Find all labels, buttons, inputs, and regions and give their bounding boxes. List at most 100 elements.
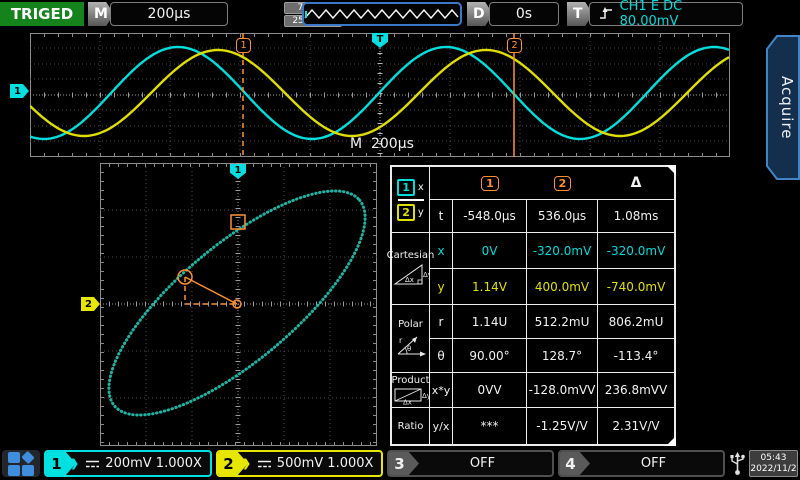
- table-corner-fold-top: [666, 165, 676, 175]
- ch2-legend-chip: 2: [397, 204, 415, 221]
- xy-cursor2-value: -128.0mVV: [527, 373, 598, 408]
- channel-1-status[interactable]: 1 ❯ 200mV 1.000X: [44, 450, 212, 477]
- timebase-value-box[interactable]: 200µs: [110, 2, 228, 26]
- channel-3-state: OFF: [419, 456, 552, 471]
- legend-divider: [398, 199, 424, 201]
- r-delta-value: 806.2mU: [598, 305, 674, 339]
- y-delta-value: -740.0mV: [598, 269, 674, 305]
- svg-text:Δx: Δx: [405, 276, 414, 284]
- t-cursor1-value: -548.0µs: [453, 200, 527, 233]
- theta-cursor1-value: 90.00°: [453, 339, 527, 373]
- polar-label: Polar: [398, 319, 423, 330]
- cartesian-triangle-icon: Δy Δx: [393, 262, 429, 288]
- cursor-2-label[interactable]: 2: [507, 38, 522, 53]
- cursor-1-header-chip: 1: [481, 176, 499, 191]
- param-t: t: [430, 200, 453, 233]
- dc-coupling-icon: [85, 459, 100, 469]
- xy-cursor1-value: 0VV: [453, 373, 527, 408]
- clock-panel: 05:43 2022/11/2: [749, 450, 798, 477]
- cursor-2-header-chip: 2: [554, 176, 572, 191]
- t-delta-value: 1.08ms: [598, 200, 674, 233]
- section-polar: Polar r θ: [392, 305, 430, 373]
- xy-measure-table: 1 x 2 y 1 2 Δ t -548.0µs 536.0µs 1.08ms …: [390, 165, 676, 446]
- delta-header: Δ: [598, 175, 674, 191]
- acquire-menu-tab[interactable]: Acquire: [766, 35, 800, 180]
- channel-4-number: 4: [560, 452, 590, 475]
- time-readout: 05:43: [761, 453, 787, 464]
- table-legend-cell: 1 x 2 y: [392, 167, 430, 233]
- param-x: x: [430, 233, 453, 269]
- table-header-row: 1 2 Δ: [430, 167, 674, 200]
- ch1-level-flag[interactable]: 1: [10, 84, 29, 98]
- date-readout: 2022/11/2: [750, 464, 796, 475]
- polar-vector: [185, 277, 237, 304]
- r-cursor1-value: 1.14U: [453, 305, 527, 339]
- x-cursor1-value: 0V: [453, 233, 527, 269]
- trigger-status-badge: TRIGED: [0, 2, 84, 26]
- y-cursor1-value: 1.14V: [453, 269, 527, 305]
- delay-value-box[interactable]: 0s: [489, 2, 559, 26]
- cursor-1-label[interactable]: 1: [236, 38, 251, 53]
- param-r: r: [430, 305, 453, 339]
- channel-1-number: 1: [46, 452, 76, 475]
- ratio-cursor2-value: -1.25V/V: [527, 408, 598, 444]
- section-product: Product Δy Δx: [392, 373, 430, 408]
- x-cursor2-value: -320.0mV: [527, 233, 598, 269]
- channel-2-number: 2: [218, 452, 248, 475]
- acquire-tab-label: Acquire: [775, 35, 799, 180]
- svg-text:Δx: Δx: [403, 399, 412, 406]
- timebase-readout: M 200µs: [350, 136, 414, 152]
- channel-4-state: OFF: [590, 456, 723, 471]
- channel-1-scale-text: 200mV 1.000X: [105, 456, 202, 471]
- t-cursor2-value: 536.0µs: [527, 200, 598, 233]
- y-cursor2-value: 400.0mV: [527, 269, 598, 305]
- preview-wave-icon: [304, 4, 460, 24]
- channel-4-status[interactable]: 4 OFF: [558, 450, 725, 477]
- param-xy: x*y: [430, 373, 453, 408]
- channel-2-scale: 500mV 1.000X: [255, 456, 381, 471]
- svg-text:θ: θ: [407, 345, 411, 353]
- waveform-preview-strip[interactable]: [302, 2, 462, 26]
- param-y: y: [430, 269, 453, 305]
- channel-3-status[interactable]: 3 OFF: [387, 450, 554, 477]
- ratio-cursor1-value: ***: [453, 408, 527, 444]
- section-cartesian: Cartesian Δy Δx: [392, 233, 430, 305]
- channel-3-number: 3: [389, 452, 419, 475]
- top-status-bar: TRIGED M 200µs 700pts 250kSa/s D 0s T CH…: [0, 0, 800, 28]
- usb-icon: [728, 452, 747, 476]
- xy-view[interactable]: [100, 163, 377, 446]
- y-axis-legend: y: [418, 207, 424, 218]
- trigger-value-box[interactable]: CH1 E DC 80.00mV: [589, 2, 743, 26]
- section-ratio: Ratio: [392, 408, 430, 444]
- x-delta-value: -320.0mV: [598, 233, 674, 269]
- apps-tile-icon: [8, 465, 20, 476]
- channel-2-scale-text: 500mV 1.000X: [277, 456, 374, 471]
- xy-y-axis-flag[interactable]: 2: [81, 297, 100, 311]
- param-ratio: y/x: [430, 408, 453, 444]
- svg-text:r: r: [399, 336, 403, 345]
- r-cursor2-value: 512.2mU: [527, 305, 598, 339]
- cartesian-label: Cartesian: [387, 250, 435, 261]
- ch1-legend-chip: 1: [397, 179, 415, 196]
- theta-cursor2-value: 128.7°: [527, 339, 598, 373]
- svg-text:Δy: Δy: [422, 392, 429, 400]
- param-theta: θ: [430, 339, 453, 373]
- ratio-delta-value: 2.31V/V: [598, 408, 674, 444]
- bottom-status-bar: 1 ❯ 200mV 1.000X 2 ❯: [0, 448, 800, 480]
- x-axis-legend: x: [418, 182, 424, 193]
- channel-2-status[interactable]: 2 ❯ 500mV 1.000X: [216, 450, 383, 477]
- rising-edge-icon: [598, 6, 615, 22]
- table-corner-fold-bottom: [666, 436, 676, 446]
- channel-1-scale: 200mV 1.000X: [83, 456, 210, 471]
- apps-tile-icon: [8, 452, 20, 463]
- svg-text:Δy: Δy: [423, 271, 429, 279]
- product-rect-icon: Δy Δx: [393, 387, 429, 405]
- product-label: Product: [392, 375, 430, 386]
- apps-diamond-icon: [21, 450, 34, 463]
- xy-delta-value: 236.8mVV: [598, 373, 674, 408]
- apps-menu-button[interactable]: [2, 450, 40, 477]
- apps-tile-icon: [22, 465, 34, 476]
- dc-coupling-icon: [257, 459, 272, 469]
- polar-vector-icon: r θ: [393, 331, 429, 359]
- theta-delta-value: -113.4°: [598, 339, 674, 373]
